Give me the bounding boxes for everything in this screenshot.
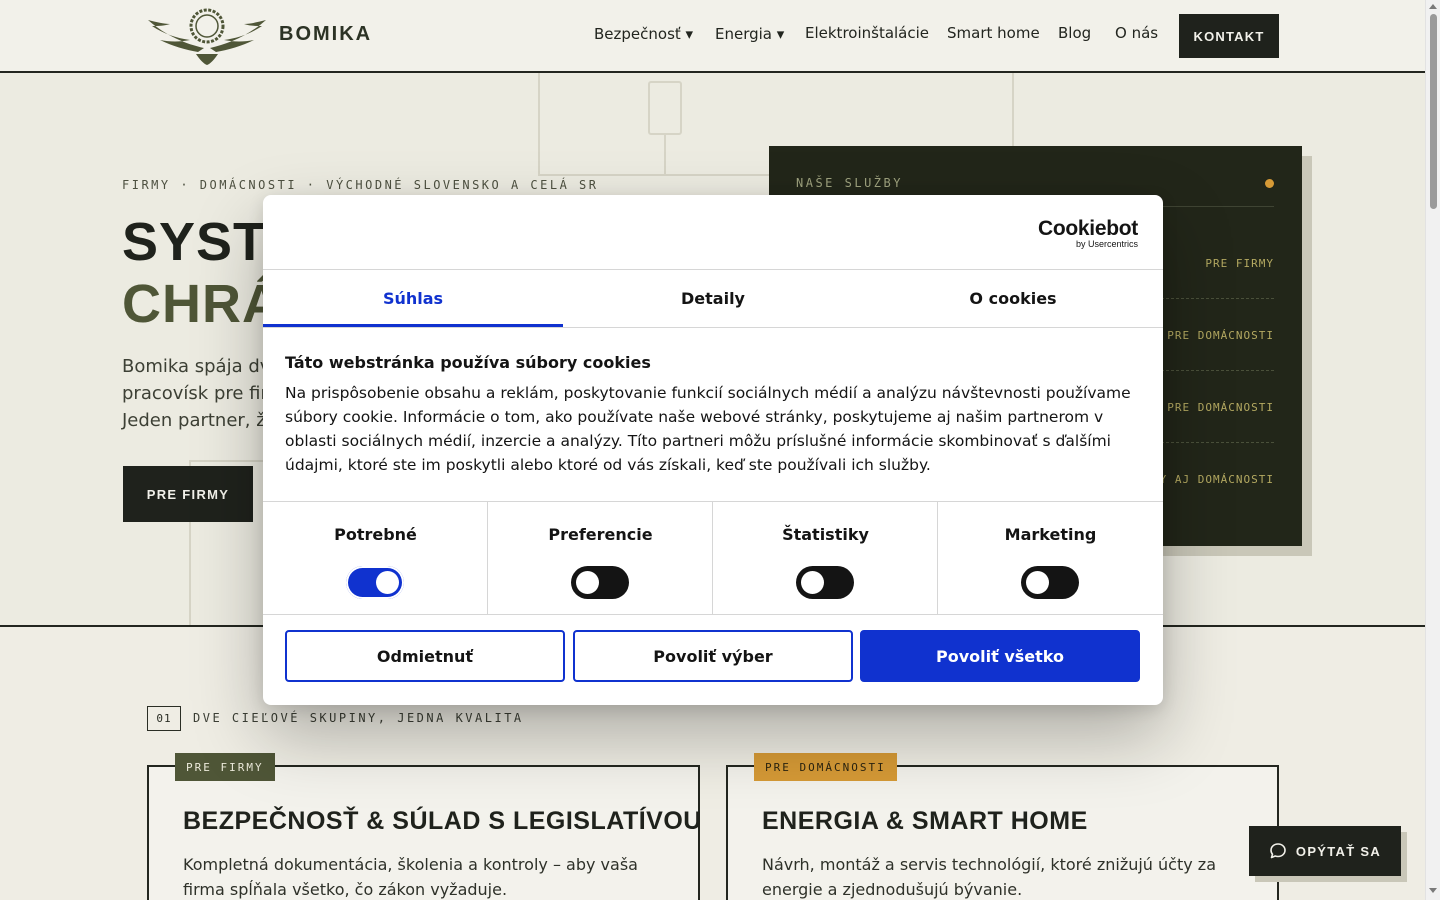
- chat-button[interactable]: OPÝTAŤ SA: [1249, 826, 1401, 876]
- toggle-knob: [576, 571, 599, 594]
- decor-box: [648, 81, 682, 135]
- category-potrebne: Potrebné: [263, 502, 488, 614]
- category-preferencie: Preferencie: [488, 502, 713, 614]
- chat-button-label: OPÝTAŤ SA: [1295, 843, 1382, 859]
- pre-firmy-button[interactable]: PRE FIRMY: [123, 466, 253, 522]
- category-label: Marketing: [1004, 525, 1097, 544]
- card-title: BEZPEČNOSŤ & SÚLAD S LEGISLATÍVOU: [183, 807, 702, 835]
- card-text: Kompletná dokumentácia, školenia a kontr…: [183, 855, 638, 899]
- bomika-logo-icon[interactable]: [146, 8, 268, 66]
- scrollbar-thumb[interactable]: [1430, 14, 1437, 209]
- service-tag[interactable]: PRE FIRMY: [1205, 257, 1274, 270]
- toggle-knob: [1026, 571, 1049, 594]
- tab-suhlas[interactable]: Súhlas: [263, 270, 563, 327]
- site-header: BOMIKA Bezpečnosť ▾ Energia ▾ Elektroinš…: [0, 0, 1425, 73]
- card-text: Návrh, montáž a servis technológií, ktor…: [762, 855, 1216, 899]
- card-domacnosti[interactable]: ENERGIA & SMART HOME Návrh, montáž a ser…: [726, 765, 1279, 900]
- nav-o-nas[interactable]: O nás: [1115, 24, 1158, 42]
- nav-bezpecnost[interactable]: Bezpečnosť ▾: [594, 25, 693, 43]
- nav-elektroinstalacie[interactable]: Elektroinštalácie: [805, 24, 929, 42]
- decor-line: [189, 460, 269, 462]
- hero-lead: Bomika spája dve pracovísk pre firm Jede…: [122, 353, 285, 434]
- service-tag[interactable]: RMY AJ DOMÁCNOSTI: [1144, 473, 1274, 486]
- toggle-statistiky[interactable]: [796, 566, 854, 599]
- hero-eyebrow: FIRMY · DOMÁCNOSTI · VÝCHODNÉ SLOVENSKO …: [122, 178, 599, 192]
- category-statistiky: Štatistiky: [713, 502, 938, 614]
- scroll-down-icon[interactable]: [1429, 888, 1437, 893]
- brand-name[interactable]: BOMIKA: [279, 23, 372, 46]
- hero-lead-line: pracovísk pre firm: [122, 383, 286, 404]
- toggle-marketing[interactable]: [1021, 566, 1079, 599]
- status-dot-icon: [1265, 179, 1274, 188]
- category-label: Preferencie: [548, 525, 653, 544]
- divider: [263, 327, 1163, 328]
- category-label: Štatistiky: [782, 525, 869, 544]
- service-tag[interactable]: PRE DOMÁCNOSTI: [1167, 329, 1274, 342]
- category-label: Potrebné: [334, 525, 417, 544]
- tab-o-cookies[interactable]: O cookies: [863, 270, 1163, 327]
- page-scrollbar[interactable]: [1425, 0, 1440, 900]
- section-number: 01: [147, 706, 181, 731]
- decor-line: [538, 73, 540, 176]
- nav-smart-home[interactable]: Smart home: [947, 24, 1040, 42]
- card-badge-firmy: PRE FIRMY: [175, 753, 275, 781]
- section-label: DVE CIEĽOVÉ SKUPINY, JEDNA KVALITA: [193, 711, 524, 725]
- cookie-heading: Táto webstránka používa súbory cookies: [285, 353, 651, 372]
- cookiebot-logo-name: Cookiebot: [1038, 217, 1138, 240]
- cookie-consent-dialog: Cookiebot by Usercentrics Súhlas Detaily…: [263, 195, 1163, 705]
- toggle-knob: [801, 571, 824, 594]
- decor-line: [664, 133, 666, 176]
- toggle-preferencie[interactable]: [571, 566, 629, 599]
- hero-lead-line: Bomika spája dve: [122, 356, 282, 377]
- toggle-potrebne[interactable]: [346, 566, 404, 599]
- nav-energia[interactable]: Energia ▾: [715, 25, 784, 43]
- allow-selection-button[interactable]: Povoliť výber: [573, 630, 853, 682]
- tab-detaily[interactable]: Detaily: [563, 270, 863, 327]
- service-tag[interactable]: PRE DOMÁCNOSTI: [1167, 401, 1274, 414]
- cookie-body-text: Na prispôsobenie obsahu a reklám, poskyt…: [285, 384, 1131, 474]
- category-marketing: Marketing: [938, 502, 1163, 614]
- kontakt-button[interactable]: KONTAKT: [1179, 14, 1279, 58]
- card-firmy[interactable]: BEZPEČNOSŤ & SÚLAD S LEGISLATÍVOU Komple…: [147, 765, 702, 900]
- cookiebot-logo: Cookiebot by Usercentrics: [1038, 217, 1138, 249]
- deny-button[interactable]: Odmietnuť: [285, 630, 565, 682]
- allow-all-button[interactable]: Povoliť všetko: [860, 630, 1140, 682]
- card-title: ENERGIA & SMART HOME: [762, 807, 1088, 835]
- scroll-up-icon[interactable]: [1429, 4, 1437, 9]
- divider: [263, 614, 1163, 615]
- nav-blog[interactable]: Blog: [1058, 24, 1091, 42]
- card-badge-domacnosti: PRE DOMÁCNOSTI: [754, 753, 897, 781]
- hero-lead-line: Jeden partner, žia: [122, 410, 282, 431]
- chat-bubble-icon: [1270, 843, 1286, 859]
- toggle-knob: [376, 571, 399, 594]
- services-panel-title: NAŠE SLUŽBY: [796, 176, 903, 190]
